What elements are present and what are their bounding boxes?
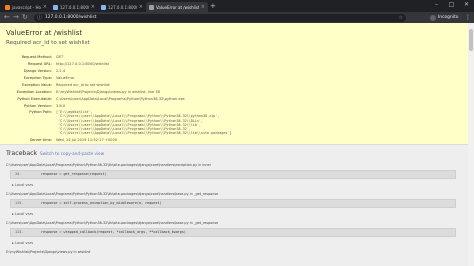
close-tab-icon[interactable]: × bbox=[43, 4, 47, 10]
profile-label: Incognito bbox=[438, 14, 459, 20]
meta-row: Python Version: 3.8.0 bbox=[6, 102, 386, 109]
meta-key: Python Version: bbox=[23, 103, 52, 108]
tab-title: ValueError at /wishlist bbox=[156, 4, 199, 10]
browser-tab[interactable]: 127.0.0.1:8000/wishlist × bbox=[50, 2, 98, 12]
maximize-button[interactable]: □ bbox=[444, 0, 459, 10]
meta-key: Request Method: bbox=[21, 55, 52, 60]
meta-row: Python Executable: C:\Users\user\AppData\… bbox=[6, 95, 386, 102]
meta-value: Wed, 24 Jul 2019 11:52:17 +0000 bbox=[56, 137, 118, 142]
meta-key: Exception Type: bbox=[23, 76, 52, 81]
browser-tab-active[interactable]: ValueError at /wishlist × bbox=[146, 2, 208, 12]
meta-row: Server time: Wed, 24 Jul 2019 11:52:17 +0… bbox=[6, 136, 386, 143]
tab-title: javascript - How to build a book... bbox=[12, 4, 41, 10]
code-context[interactable]: 115. response = self.process_exception_b… bbox=[10, 199, 456, 208]
url-text[interactable]: 127.0.0.1:8000/wishlist bbox=[45, 14, 96, 22]
tab-title: 127.0.0.1:8000/wishlist bbox=[60, 4, 89, 10]
meta-key: Django Version: bbox=[23, 69, 52, 74]
browser-tab[interactable]: javascript - How to build a book... × bbox=[2, 2, 50, 12]
code-line: response = wrapped_callback(request, *ca… bbox=[41, 230, 186, 234]
meta-key: Server time: bbox=[29, 137, 52, 142]
code-line: response = get_response(request) bbox=[41, 172, 107, 176]
line-number: 113. bbox=[15, 230, 24, 234]
globe-favicon-icon bbox=[53, 4, 58, 10]
scrollbar[interactable] bbox=[468, 23, 474, 266]
local-vars-toggle[interactable]: ▸ Local vars bbox=[12, 183, 33, 187]
frame-file-path: C:\Users\user\AppData\Local\Programs\Pyt… bbox=[6, 163, 212, 167]
window-controls: – □ ✕ bbox=[429, 0, 474, 10]
toolbar: ← → ↻ ⓘ 127.0.0.1:8000/wishlist ☆ Incogn… bbox=[0, 12, 474, 23]
page-title: ValueError at /wishlist bbox=[6, 29, 83, 37]
close-window-button[interactable]: ✕ bbox=[459, 0, 474, 10]
page-content: ValueError at /wishlist Required acr_id … bbox=[0, 23, 468, 266]
frame-file-path: C:\Users\user\AppData\Local\Programs\Pyt… bbox=[6, 221, 219, 225]
tab-title: 127.0.0.1:8000/wishlist bbox=[108, 4, 137, 10]
traceback-heading: Traceback bbox=[6, 150, 38, 157]
frame-file-path: C:\Users\user\AppData\Local\Programs\Pyt… bbox=[6, 192, 219, 196]
back-arrow-icon[interactable]: ← bbox=[4, 13, 10, 22]
meta-key: Python Path: bbox=[29, 110, 52, 115]
page-favicon-icon bbox=[149, 4, 154, 10]
meta-value: 3.8.0 bbox=[56, 103, 66, 108]
bookmark-star-icon[interactable]: ☆ bbox=[399, 14, 403, 22]
forward-arrow-icon[interactable]: → bbox=[13, 13, 19, 22]
meta-key: Exception Value: bbox=[22, 83, 52, 87]
profile-indicator[interactable]: Incognito bbox=[430, 14, 458, 22]
close-tab-icon[interactable]: × bbox=[201, 4, 205, 10]
globe-favicon-icon bbox=[101, 4, 106, 10]
meta-row: Request URL: http://127.0.0.1:8000/wishli… bbox=[6, 61, 386, 68]
incognito-icon bbox=[430, 14, 436, 21]
error-summary: ValueError at /wishlist Required acr_id … bbox=[0, 23, 468, 145]
meta-key: Exception Location: bbox=[16, 89, 52, 94]
meta-value: GET bbox=[56, 55, 64, 60]
meta-value: E:\myWishlist\Projects\Django\views.py i… bbox=[56, 89, 160, 94]
meta-key: Python Executable: bbox=[17, 96, 52, 101]
info-icon[interactable]: ⓘ bbox=[37, 14, 42, 22]
line-number: 115. bbox=[15, 201, 24, 205]
traceback-section: Traceback Switch to copy-and-paste view … bbox=[0, 146, 468, 266]
request-meta-table: Request Method: GET Request URL: http://12… bbox=[6, 54, 386, 143]
meta-value: ValueError bbox=[56, 76, 75, 81]
tab-strip: javascript - How to build a book... × 12… bbox=[0, 0, 474, 12]
close-tab-icon[interactable]: × bbox=[139, 4, 143, 10]
scrollbar-thumb[interactable] bbox=[469, 29, 473, 51]
meta-row: Exception Value: Required acr_id to set w… bbox=[6, 82, 386, 89]
reload-icon[interactable]: ↻ bbox=[22, 13, 28, 22]
line-number: 34. bbox=[15, 172, 22, 176]
meta-row: Request Method: GET bbox=[6, 54, 386, 61]
meta-value: C:\Users\user\AppData\Local\Programs\Pyt… bbox=[56, 96, 185, 101]
address-bar[interactable]: ⓘ 127.0.0.1:8000/wishlist ☆ bbox=[34, 13, 406, 22]
close-tab-icon[interactable]: × bbox=[91, 4, 95, 10]
meta-row: Django Version: 2.2.4 bbox=[6, 68, 386, 75]
stackoverflow-favicon-icon bbox=[5, 4, 10, 10]
browser-tab[interactable]: 127.0.0.1:8000/wishlist × bbox=[98, 2, 146, 12]
minimize-button[interactable]: – bbox=[429, 0, 444, 10]
meta-value: http://127.0.0.1:8000/wishlist bbox=[56, 62, 110, 67]
exception-message: Required acr_id to set wishlist bbox=[6, 40, 90, 46]
local-vars-toggle[interactable]: ▸ Local vars bbox=[12, 212, 33, 216]
switch-view-link[interactable]: Switch to copy-and-paste view bbox=[40, 151, 104, 156]
code-context[interactable]: 113. response = wrapped_callback(request… bbox=[10, 228, 456, 237]
frame-file-path: E:\myWishlist\Projects\Django\views.py i… bbox=[6, 250, 91, 254]
kebab-menu-icon[interactable]: ⋮ bbox=[465, 13, 471, 22]
meta-value: 2.2.4 bbox=[56, 69, 66, 74]
meta-value: Required acr_id to set wishlist bbox=[56, 83, 110, 87]
code-context[interactable]: 34. response = get_response(request) bbox=[10, 170, 456, 179]
code-line: response = self.process_exception_by_mid… bbox=[41, 201, 162, 205]
local-vars-toggle[interactable]: ▸ Local vars bbox=[12, 241, 33, 245]
meta-row: Exception Location: E:\myWishlist\Project… bbox=[6, 88, 386, 95]
meta-row: Exception Type: ValueError bbox=[6, 75, 386, 82]
meta-row: Python Path: ['E:\\myWishlist', 'C:\\User… bbox=[6, 109, 386, 136]
meta-key: Request URL: bbox=[27, 62, 52, 67]
new-tab-button[interactable]: + bbox=[210, 2, 216, 10]
meta-value: ['E:\\myWishlist', 'C:\\Users\\user\\App… bbox=[56, 110, 232, 136]
